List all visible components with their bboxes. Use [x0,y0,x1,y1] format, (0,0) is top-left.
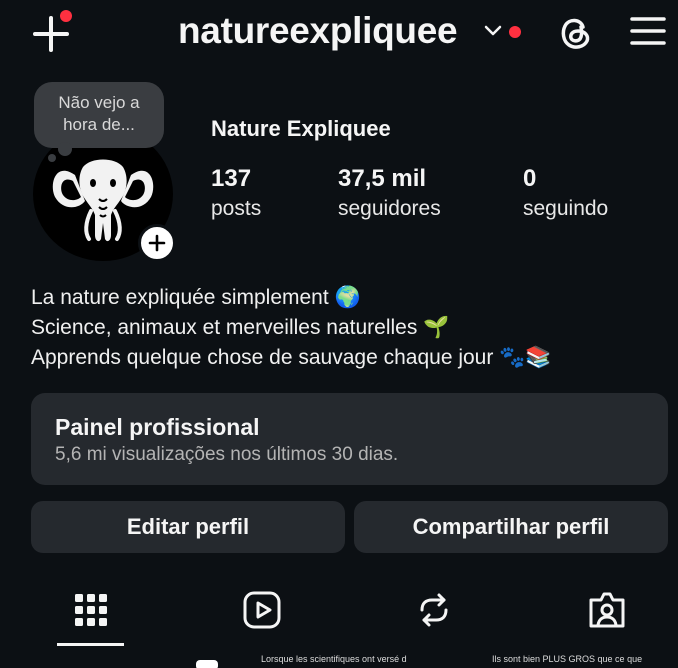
notification-dot [60,10,72,22]
post-thumbnail[interactable]: Lorsque les scientifiques ont versé d [227,648,451,668]
tab-posts-grid[interactable] [69,588,113,632]
post-thumbnail[interactable] [0,648,224,668]
dashboard-title: Painel profissional [55,414,260,440]
bio-line: Science, animaux et merveilles naturelle… [31,316,450,339]
add-story-button[interactable] [138,224,176,262]
account-notification-dot [509,26,521,38]
plus-icon [148,234,166,252]
reels-icon [243,591,281,629]
thumbnail-caption: Ils sont bien PLUS GROS que ce que [492,654,643,664]
tab-reels[interactable] [240,588,284,632]
tab-reposts[interactable] [412,588,456,632]
reel-badge-icon [196,660,218,668]
tab-tagged[interactable] [585,588,629,632]
stat-following[interactable]: 0 seguindo [523,165,608,221]
post-thumbnail[interactable]: Ils sont bien PLUS GROS que ce que [454,648,678,668]
thumbnail-caption: Lorsque les scientifiques ont versé d [261,654,407,664]
stat-label: posts [211,197,262,220]
note-line: hora de... [63,115,135,134]
tagged-icon [589,592,625,628]
share-profile-button[interactable]: Compartilhar perfil [354,501,668,553]
reposts-icon [420,593,448,627]
stat-value: 0 [523,165,537,192]
stat-label: seguindo [523,197,609,220]
stat-label: seguidores [338,197,441,220]
note-line: Não vejo a [58,93,140,112]
create-post-button[interactable] [32,10,72,52]
bio: La nature expliquée simplement 🌍 Science… [31,283,551,373]
edit-profile-button[interactable]: Editar perfil [31,501,345,553]
note-tail [48,154,56,162]
bio-line: La nature expliquée simplement 🌍 [31,286,361,309]
note-tail [58,142,72,156]
grid-icon [75,594,107,626]
hamburger-menu-icon[interactable] [630,16,666,46]
note-bubble[interactable]: Não vejo a hora de... [34,82,164,148]
stat-posts[interactable]: 137 posts [211,165,261,221]
dashboard-subtitle: 5,6 mi visualizações nos últimos 30 dias… [55,444,399,465]
profile-username[interactable]: natureexpliquee [178,10,458,52]
display-name: Nature Expliquee [211,116,391,141]
threads-icon[interactable] [556,13,594,51]
stat-value: 37,5 mil [338,165,427,192]
active-tab-indicator [57,643,124,646]
bio-line: Apprends quelque chose de sauvage chaque… [31,346,552,369]
chevron-down-icon[interactable] [483,24,503,38]
stat-value: 137 [211,165,252,192]
stat-followers[interactable]: 37,5 mil seguidores [338,165,441,221]
